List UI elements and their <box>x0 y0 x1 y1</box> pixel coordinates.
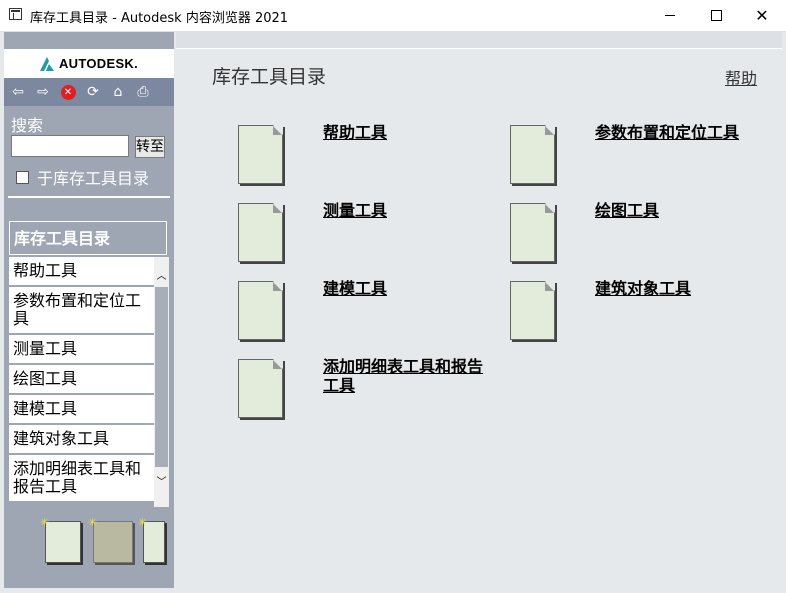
nav-item-schedule-report-tools[interactable]: 添加明细表工具和报告工具 <box>9 455 154 503</box>
tool-link-parametric-layout-tools[interactable]: 参数布置和定位工具 <box>595 123 739 142</box>
tool-link-modeling-tools[interactable]: 建模工具 <box>323 279 387 298</box>
tool-link-drawing-tools[interactable]: 绘图工具 <box>595 201 659 220</box>
stop-icon: ✕ <box>60 84 76 100</box>
nav-item-drawing-tools[interactable]: 绘图工具 <box>9 365 154 395</box>
catalog-tile-box[interactable] <box>93 521 133 563</box>
nav-scrollbar[interactable]: ︿ ﹀ <box>154 257 169 507</box>
tool-link-schedule-report-tools[interactable]: 添加明细表工具和报告工具 <box>323 357 483 395</box>
main-content: 库存工具目录 帮助 帮助工具 参数布置和定位工具 测量工具 绘图工具 建模工具 … <box>176 32 782 588</box>
refresh-icon[interactable]: ⟳ <box>82 81 104 103</box>
maximize-icon <box>710 10 722 21</box>
sparkle-icon: ✳ <box>40 516 50 529</box>
nav-item-parametric-layout-tools[interactable]: 参数布置和定位工具 <box>9 287 154 335</box>
sparkle-icon: ✳ <box>88 516 98 529</box>
document-icon[interactable] <box>238 203 283 262</box>
title-bar: 库存工具目录 - Autodesk 内容浏览器 2021 ✕ <box>0 0 786 32</box>
document-icon[interactable] <box>510 281 555 340</box>
tool-link-help-tools[interactable]: 帮助工具 <box>323 123 387 142</box>
scope-checkbox-label: 于库存工具目录 <box>37 169 150 188</box>
home-icon[interactable]: ⌂ <box>107 81 129 103</box>
browser-toolbar: ⇦ ⇨ ✕ ⟳ ⌂ ⎙ <box>4 78 174 106</box>
catalog-header[interactable]: 库存工具目录 <box>9 221 167 255</box>
window-title: 库存工具目录 - Autodesk 内容浏览器 2021 <box>30 11 289 26</box>
print-icon[interactable]: ⎙ <box>132 81 154 103</box>
autodesk-logo: AUTODESK. <box>4 49 174 78</box>
minimize-button[interactable] <box>647 0 693 31</box>
close-button[interactable]: ✕ <box>739 0 785 31</box>
scope-checkbox[interactable] <box>16 171 29 184</box>
catalog-nav-list: 帮助工具 参数布置和定位工具 测量工具 绘图工具 建模工具 建筑对象工具 添加明… <box>9 257 154 507</box>
back-arrow-icon[interactable]: ⇦ <box>7 81 29 103</box>
document-icon[interactable] <box>238 125 283 184</box>
nav-item-help-tools[interactable]: 帮助工具 <box>9 257 154 287</box>
search-label: 搜索 <box>11 116 44 135</box>
scroll-thumb[interactable] <box>155 287 168 467</box>
go-button[interactable]: 转至 <box>135 136 165 158</box>
sidebar: AUTODESK. ⇦ ⇨ ✕ ⟳ ⌂ ⎙ 搜索 转至 于库存工具目录 库存工具… <box>4 32 174 588</box>
maximize-button[interactable] <box>693 0 739 31</box>
close-icon: ✕ <box>755 5 769 25</box>
stop-button[interactable]: ✕ <box>57 81 79 103</box>
catalog-tile-document[interactable] <box>45 521 81 563</box>
nav-item-modeling-tools[interactable]: 建模工具 <box>9 395 154 425</box>
sidebar-divider <box>8 196 170 198</box>
scroll-up-icon[interactable]: ︿ <box>154 267 169 287</box>
nav-item-measure-tools[interactable]: 测量工具 <box>9 335 154 365</box>
minimize-icon <box>665 15 675 16</box>
logo-text: AUTODESK. <box>58 56 139 71</box>
document-icon[interactable] <box>510 125 555 184</box>
sparkle-icon: ✳ <box>138 516 148 529</box>
document-icon[interactable] <box>238 281 283 340</box>
forward-arrow-icon[interactable]: ⇨ <box>32 81 54 103</box>
tool-link-measure-tools[interactable]: 测量工具 <box>323 201 387 220</box>
nav-item-architectural-object-tools[interactable]: 建筑对象工具 <box>9 425 154 455</box>
tool-link-architectural-object-tools[interactable]: 建筑对象工具 <box>595 279 691 298</box>
document-icon[interactable] <box>510 203 555 262</box>
scroll-down-icon[interactable]: ﹀ <box>154 473 169 493</box>
page-title: 库存工具目录 <box>212 66 327 88</box>
search-input[interactable] <box>11 135 129 157</box>
app-icon <box>9 8 22 20</box>
autodesk-logo-icon <box>39 56 54 71</box>
document-icon[interactable] <box>238 359 283 418</box>
main-top-band <box>176 32 782 49</box>
help-link[interactable]: 帮助 <box>725 65 757 89</box>
